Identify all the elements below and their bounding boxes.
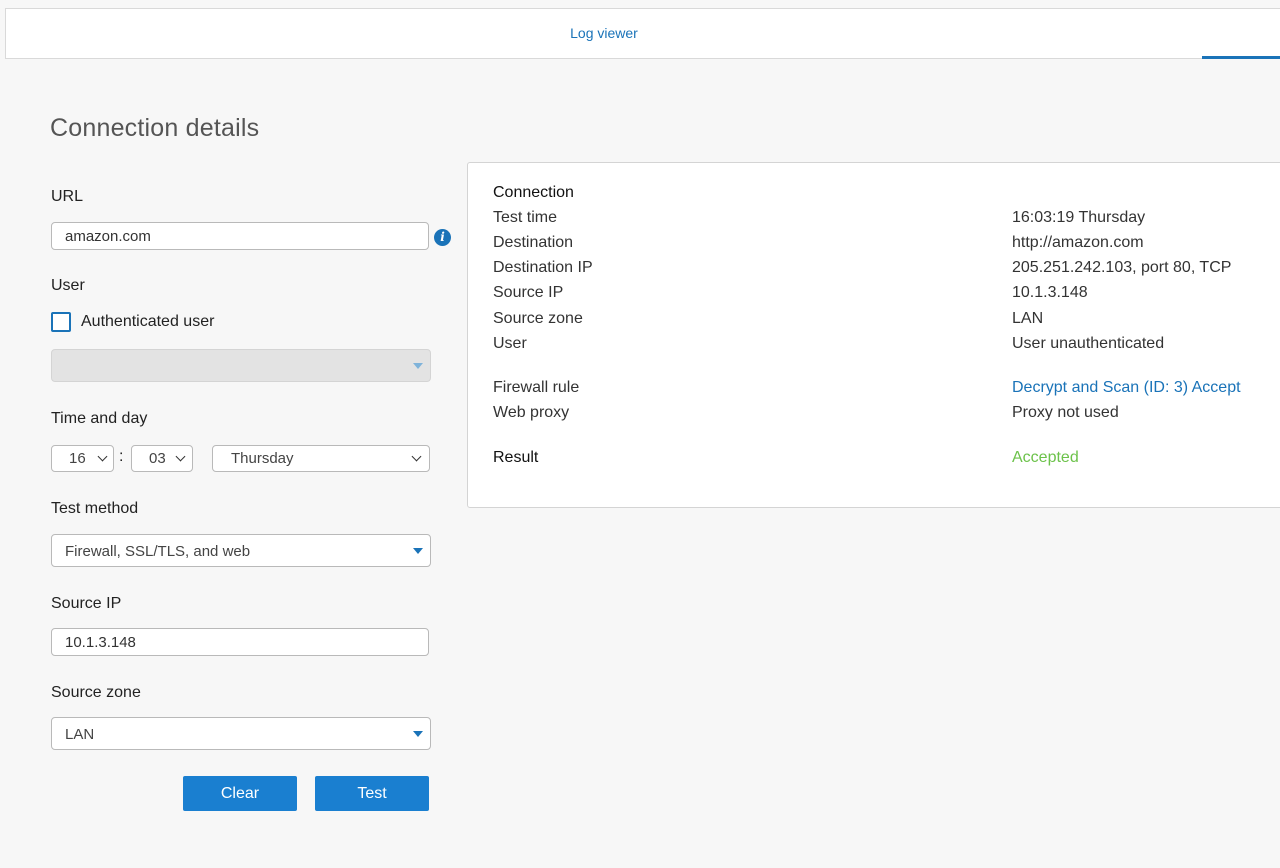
chevron-down-icon — [97, 451, 108, 462]
top-nav-bar: Log viewer — [5, 8, 1280, 59]
source-ip-label: Source IP — [51, 595, 122, 612]
chevron-down-icon — [411, 451, 422, 462]
minute-select[interactable]: 03 — [131, 445, 193, 472]
time-separator: : — [119, 448, 124, 465]
source-zone-value: LAN — [65, 726, 95, 743]
authenticated-user-label[interactable]: Authenticated user — [81, 313, 214, 331]
destination-value: http://amazon.com — [1012, 234, 1144, 251]
url-input[interactable] — [51, 222, 429, 250]
hour-select[interactable]: 16 — [51, 445, 114, 472]
firewall-rule-link[interactable]: Decrypt and Scan (ID: 3) Accept — [1012, 379, 1241, 397]
source-ip-input[interactable] — [51, 628, 429, 656]
caret-down-icon — [413, 548, 423, 554]
authenticated-user-checkbox[interactable] — [51, 312, 71, 332]
day-select[interactable]: Thursday — [212, 445, 430, 472]
chevron-down-icon — [175, 451, 186, 462]
result-status: Accepted — [1012, 449, 1079, 466]
info-icon[interactable]: i — [434, 229, 451, 246]
clear-button[interactable]: Clear — [183, 776, 297, 811]
destination-key: Destination — [493, 234, 574, 251]
test-time-value: 16:03:19 Thursday — [1012, 209, 1146, 226]
caret-down-icon — [413, 363, 423, 369]
source-zone-select[interactable]: LAN — [51, 717, 431, 750]
page-title: Connection details — [50, 114, 260, 142]
web-proxy-key: Web proxy — [493, 404, 570, 421]
user-select — [51, 349, 431, 382]
url-label: URL — [51, 188, 84, 205]
caret-down-icon — [413, 731, 423, 737]
test-method-value: Firewall, SSL/TLS, and web — [65, 543, 251, 560]
day-value: Thursday — [231, 450, 294, 467]
source-zone-key: Source zone — [493, 310, 583, 327]
test-method-select[interactable]: Firewall, SSL/TLS, and web — [51, 534, 431, 567]
connection-section-title: Connection — [493, 184, 574, 201]
log-viewer-link[interactable]: Log viewer — [6, 25, 1202, 41]
web-proxy-value: Proxy not used — [1012, 404, 1119, 421]
result-key: Result — [493, 449, 539, 466]
user-key: User — [493, 335, 527, 352]
destination-ip-value: 205.251.242.103, port 80, TCP — [1012, 259, 1232, 276]
minute-value: 03 — [149, 450, 166, 467]
user-value: User unauthenticated — [1012, 335, 1165, 352]
test-time-key: Test time — [493, 209, 558, 226]
firewall-rule-key: Firewall rule — [493, 379, 580, 396]
user-label: User — [51, 277, 85, 294]
time-day-label: Time and day — [51, 410, 148, 427]
test-button[interactable]: Test — [315, 776, 429, 811]
hour-value: 16 — [69, 450, 86, 467]
test-method-label: Test method — [51, 500, 139, 517]
source-zone-result-value: LAN — [1012, 310, 1044, 327]
active-tab-indicator — [1202, 56, 1280, 59]
source-ip-value: 10.1.3.148 — [1012, 284, 1088, 301]
source-zone-label: Source zone — [51, 684, 141, 701]
source-ip-key: Source IP — [493, 284, 564, 301]
destination-ip-key: Destination IP — [493, 259, 593, 276]
